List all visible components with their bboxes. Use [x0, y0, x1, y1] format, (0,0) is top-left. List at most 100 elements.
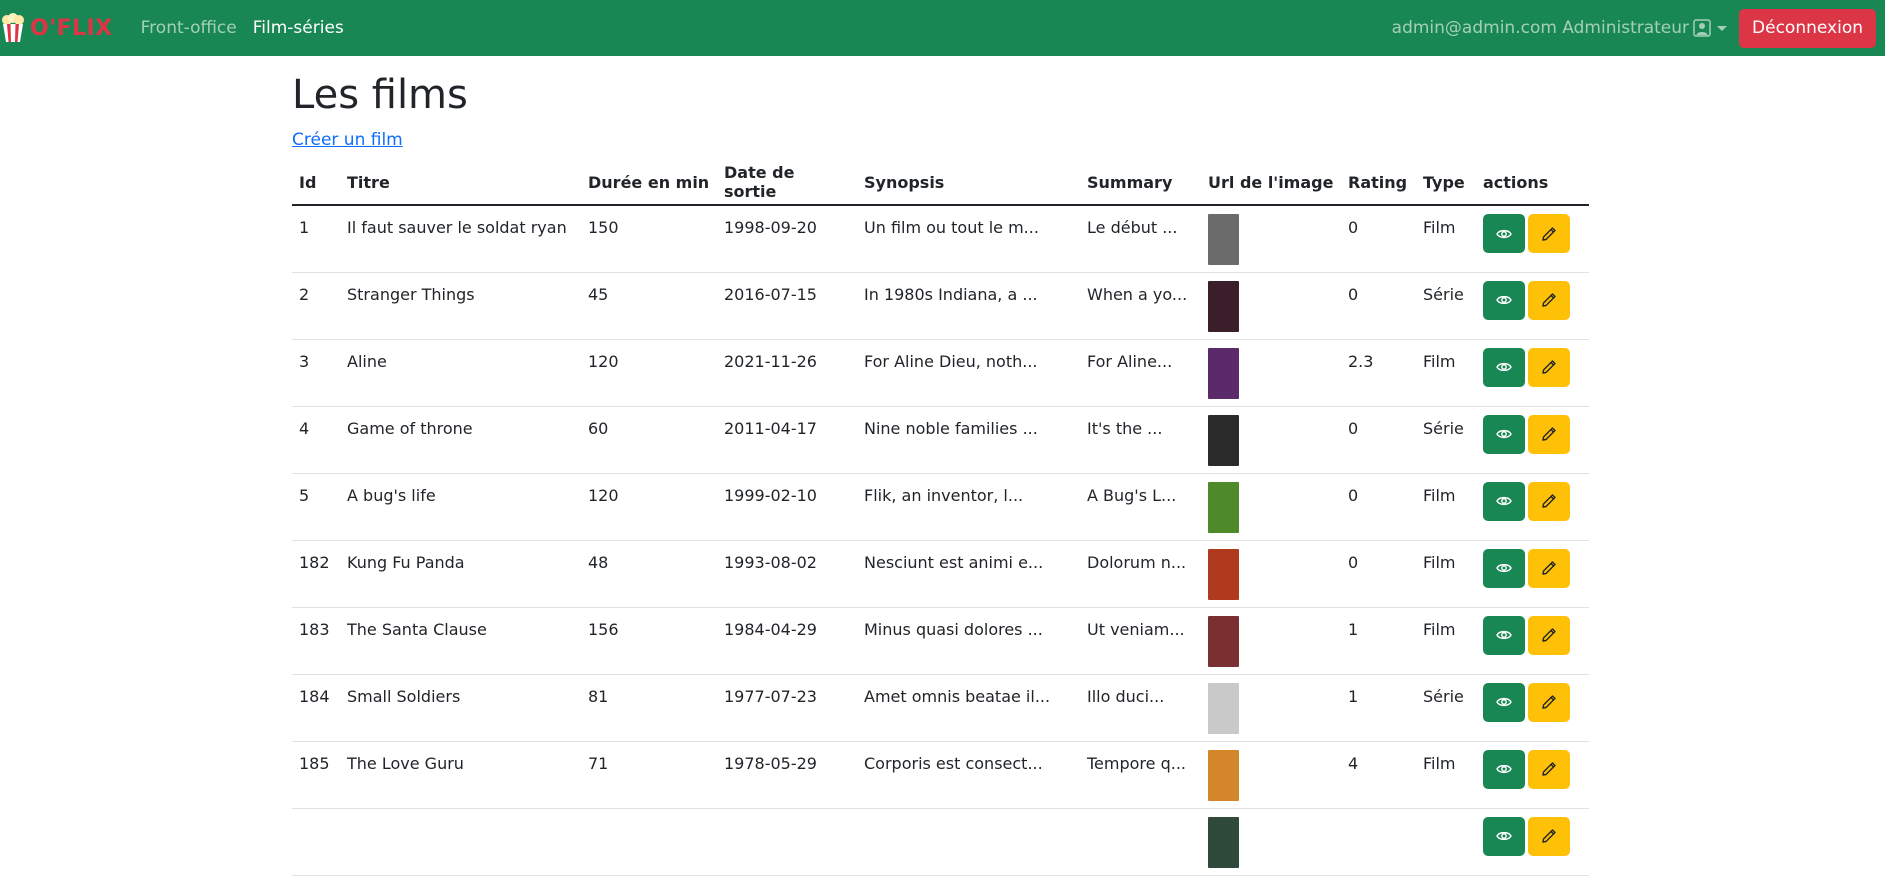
- cell-actions: [1476, 339, 1589, 407]
- cell-image: [1201, 674, 1341, 742]
- column-header-id: Id: [292, 160, 340, 206]
- cell-duration: 71: [581, 741, 717, 809]
- edit-button[interactable]: [1528, 214, 1570, 253]
- pencil-icon: [1541, 694, 1557, 710]
- table-row: 3 Aline 120 2021-11-26 For Aline Dieu, noth.…: [292, 339, 1589, 407]
- cell-actions: [1476, 540, 1589, 608]
- cell-rating: 1: [1341, 674, 1416, 742]
- logout-button[interactable]: Déconnexion: [1739, 8, 1876, 48]
- cell-title: Game of throne: [340, 406, 581, 474]
- cell-synopsis: In 1980s Indiana, a ...: [857, 272, 1080, 340]
- view-button[interactable]: [1483, 548, 1525, 588]
- cell-actions: [1476, 607, 1589, 675]
- cell-type: [1416, 808, 1476, 876]
- poster-thumbnail: [1208, 481, 1239, 533]
- films-table: Id Titre Durée en min Date de sortie Syn…: [292, 160, 1589, 876]
- cell-duration: 150: [581, 205, 717, 273]
- view-button[interactable]: [1483, 481, 1525, 521]
- eye-icon: [1496, 560, 1512, 576]
- cell-id: 184: [292, 674, 340, 742]
- cell-type: Film: [1416, 741, 1476, 809]
- cell-title: A bug's life: [340, 473, 581, 541]
- eye-icon: [1496, 828, 1512, 844]
- cell-release-date: 1998-09-20: [717, 205, 857, 273]
- view-button[interactable]: [1483, 347, 1525, 387]
- column-header-rating: Rating: [1341, 160, 1416, 206]
- view-button[interactable]: [1483, 749, 1525, 789]
- poster-thumbnail: [1208, 749, 1239, 801]
- cell-summary: When a yo...: [1080, 272, 1201, 340]
- cell-actions: [1476, 272, 1589, 340]
- view-button[interactable]: [1483, 414, 1525, 454]
- eye-icon: [1496, 426, 1512, 442]
- edit-button[interactable]: [1528, 749, 1570, 789]
- chevron-down-icon: [1717, 25, 1728, 31]
- view-button[interactable]: [1483, 682, 1525, 722]
- table-header-row: Id Titre Durée en min Date de sortie Syn…: [292, 160, 1589, 206]
- view-button[interactable]: [1483, 280, 1525, 320]
- table-row: 2 Stranger Things 45 2016-07-15 In 1980s Ind…: [292, 272, 1589, 340]
- edit-button[interactable]: [1528, 280, 1570, 320]
- column-header-release-date: Date de sortie: [717, 160, 857, 206]
- cell-synopsis: [857, 808, 1080, 876]
- cell-duration: 156: [581, 607, 717, 675]
- edit-button[interactable]: [1528, 347, 1570, 387]
- pencil-icon: [1541, 560, 1557, 576]
- cell-image: [1201, 272, 1341, 340]
- cell-title: Il faut sauver le soldat ryan: [340, 205, 581, 273]
- cell-rating: 0: [1341, 272, 1416, 340]
- cell-actions: [1476, 741, 1589, 809]
- user-menu[interactable]: admin@admin.com Administrateur: [1392, 18, 1728, 38]
- poster-thumbnail: [1208, 682, 1239, 734]
- column-header-title: Titre: [340, 160, 581, 206]
- cell-type: Film: [1416, 339, 1476, 407]
- popcorn-icon: [2, 13, 24, 42]
- cell-synopsis: Flik, an inventor, l...: [857, 473, 1080, 541]
- brand[interactable]: O'FLIX: [0, 0, 113, 56]
- view-button[interactable]: [1483, 214, 1525, 253]
- poster-thumbnail: [1208, 214, 1239, 265]
- edit-button[interactable]: [1528, 548, 1570, 588]
- edit-button[interactable]: [1528, 414, 1570, 454]
- nav-link-film-series[interactable]: Film-séries: [253, 18, 344, 38]
- view-button[interactable]: [1483, 816, 1525, 856]
- column-header-actions: actions: [1476, 160, 1589, 206]
- cell-image: [1201, 540, 1341, 608]
- cell-actions: [1476, 205, 1589, 273]
- cell-synopsis: Un film ou tout le m...: [857, 205, 1080, 273]
- cell-type: Série: [1416, 674, 1476, 742]
- view-button[interactable]: [1483, 615, 1525, 655]
- cell-synopsis: Nine noble families ...: [857, 406, 1080, 474]
- edit-button[interactable]: [1528, 481, 1570, 521]
- cell-release-date: 1978-05-29: [717, 741, 857, 809]
- eye-icon: [1496, 292, 1512, 308]
- pencil-icon: [1541, 359, 1557, 375]
- edit-button[interactable]: [1528, 615, 1570, 655]
- cell-duration: 120: [581, 473, 717, 541]
- cell-image: [1201, 607, 1341, 675]
- poster-thumbnail: [1208, 816, 1239, 868]
- pencil-icon: [1541, 761, 1557, 777]
- edit-button[interactable]: [1528, 682, 1570, 722]
- cell-release-date: 1984-04-29: [717, 607, 857, 675]
- cell-release-date: 2016-07-15: [717, 272, 857, 340]
- column-header-summary: Summary: [1080, 160, 1201, 206]
- column-header-duration: Durée en min: [581, 160, 717, 206]
- cell-id: 3: [292, 339, 340, 407]
- pencil-icon: [1541, 292, 1557, 308]
- eye-icon: [1496, 359, 1512, 375]
- cell-title: Aline: [340, 339, 581, 407]
- cell-summary: It's the ...: [1080, 406, 1201, 474]
- cell-duration: 45: [581, 272, 717, 340]
- nav-link-front-office[interactable]: Front-office: [141, 18, 237, 38]
- cell-release-date: 1977-07-23: [717, 674, 857, 742]
- edit-button[interactable]: [1528, 816, 1570, 856]
- cell-synopsis: Nesciunt est animi e...: [857, 540, 1080, 608]
- poster-thumbnail: [1208, 615, 1239, 667]
- table-row: 5A bug's life 120 1999-02-10 Flik, an inven…: [292, 473, 1589, 541]
- cell-synopsis: Corporis est consect...: [857, 741, 1080, 809]
- create-film-link[interactable]: Créer un film: [292, 130, 403, 150]
- cell-rating: 0: [1341, 205, 1416, 273]
- cell-summary: Le début ...: [1080, 205, 1201, 273]
- cell-synopsis: Minus quasi dolores ...: [857, 607, 1080, 675]
